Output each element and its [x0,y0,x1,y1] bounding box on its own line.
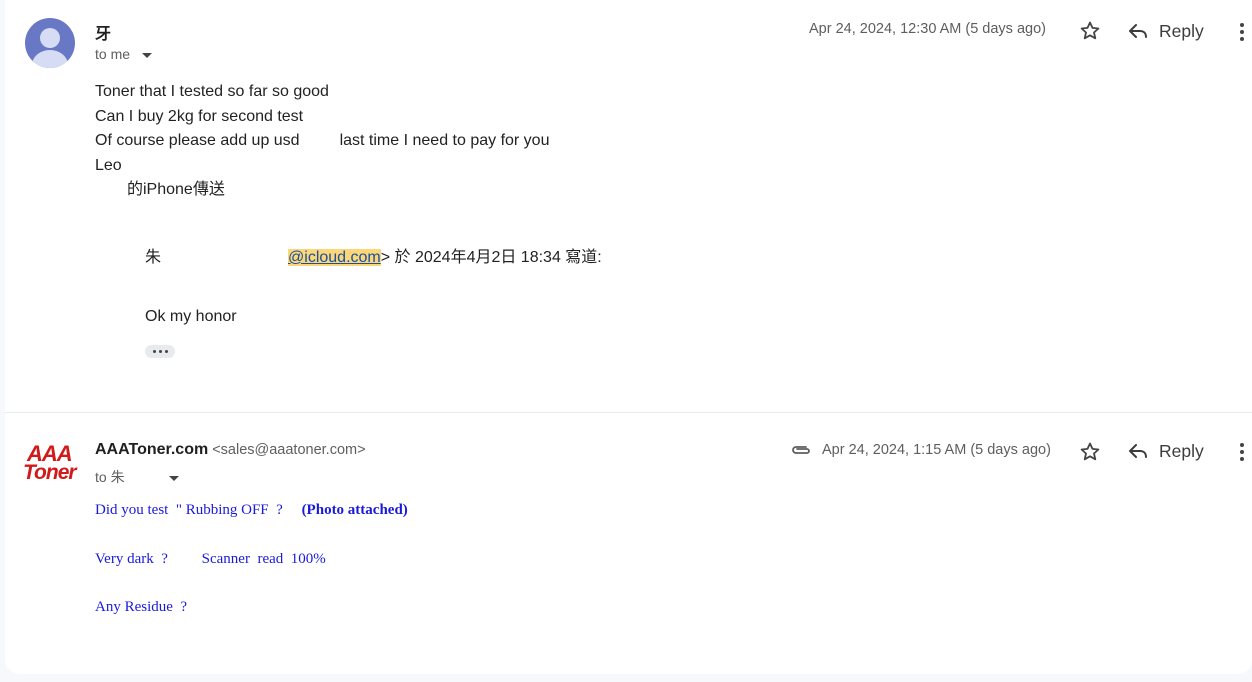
sender-name[interactable]: 牙 [95,20,111,44]
body-line-3: Any Residue ? [95,599,188,615]
message-date: Apr 24, 2024, 1:15 AM (5 days ago) [822,442,1051,458]
quoted-body: Ok my honor [145,308,237,325]
body-line-2: Very dark ? Scanner read 100% [95,551,326,567]
body-line: Can I buy 2kg for second test [95,107,304,125]
quoted-email-link[interactable]: @icloud.com [288,249,381,266]
reply-button[interactable]: Reply [1127,437,1204,465]
more-vert-icon[interactable] [1237,440,1247,464]
ellipsis-icon[interactable] [145,345,175,358]
message-1: 牙 to me Apr 24, 2024, 12:30 AM (5 days a… [5,0,1252,412]
body-line: Toner that I tested so far so good [95,83,329,100]
message-body: Toner that I tested so far so good Can I… [95,80,549,203]
more-vert-icon[interactable] [1237,20,1247,44]
message-date: Apr 24, 2024, 12:30 AM (5 days ago) [809,21,1046,37]
star-icon[interactable] [1078,440,1102,464]
message-2: AAA Toner AAAToner.com <sales@aaatoner.co… [5,413,1252,674]
sender-name[interactable]: AAAToner.com [95,441,208,458]
body-line: 的iPhone傳送 [127,181,225,198]
quoted-header: 朱 @icloud.com> 於 2024年4月2日 18:34 寫道: [145,243,602,267]
recipient-label: to 朱 [95,469,125,485]
body-line: Leo [95,156,122,174]
attachment-icon [792,446,810,454]
person-icon [40,28,60,48]
body-line-1: Did you test " Rubbing OFF ? (Photo atta… [95,502,408,519]
quoted-suffix: > 於 2024年4月2日 18:34 寫道: [380,249,602,266]
email-thread: 牙 to me Apr 24, 2024, 12:30 AM (5 days a… [5,0,1252,674]
chevron-down-icon [168,475,179,481]
star-icon[interactable] [1078,19,1102,43]
quoted-sender-name: 朱 [145,249,162,266]
reply-icon [1129,444,1147,458]
reply-icon [1129,24,1147,38]
sender-logo[interactable]: AAA Toner [23,441,79,487]
avatar[interactable] [25,18,75,68]
photo-attached-note: (Photo attached) [301,502,408,518]
person-icon-body [32,50,68,68]
body-text: Did you test " Rubbing OFF ? [95,502,302,518]
body-line: Of course please add up usd last time I … [95,132,550,149]
sender-email: <sales@aaatoner.com> [212,442,366,458]
sender-line: AAAToner.com <sales@aaatoner.com> [95,441,366,459]
recipient-toggle[interactable]: to 朱 [95,467,179,487]
recipient-toggle[interactable]: to me [95,46,153,62]
reply-label: Reply [1159,20,1204,41]
chevron-down-icon [142,52,153,58]
recipient-label: to me [95,46,131,62]
logo-line2: Toner [23,461,77,484]
reply-button[interactable]: Reply [1127,17,1204,45]
reply-label: Reply [1159,440,1204,461]
